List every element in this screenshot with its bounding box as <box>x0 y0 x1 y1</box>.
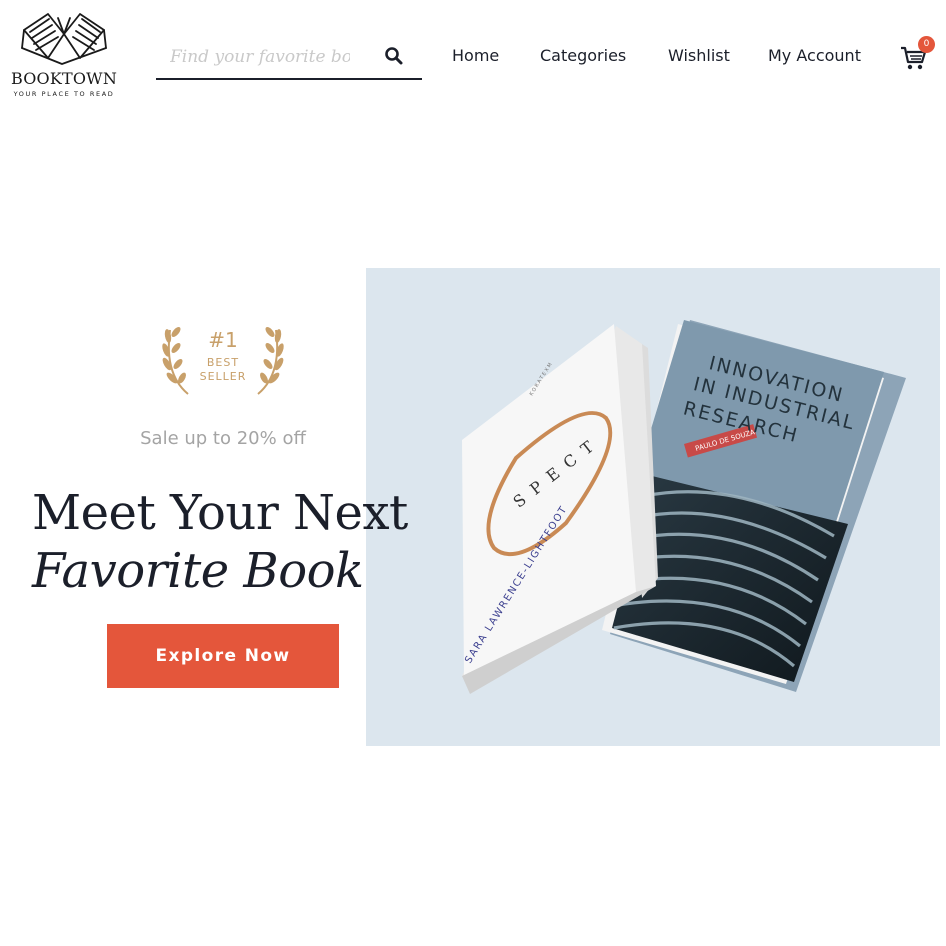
brand-tagline: YOUR PLACE TO READ <box>13 90 115 98</box>
explore-now-button[interactable]: Explore Now <box>107 624 339 688</box>
hero-image: PAULO DE SOUZA INNOVATION IN INDUSTRIAL … <box>366 268 940 746</box>
award-line1: BEST <box>206 356 240 369</box>
hero-headline-line1: Meet Your Next <box>32 485 408 541</box>
sale-text: Sale up to 20% off <box>140 428 306 449</box>
hero-headline-line2: Favorite Book <box>32 543 364 599</box>
cart-count-badge: 0 <box>918 36 935 53</box>
award-line2: SELLER <box>199 370 247 383</box>
search-bar <box>156 38 422 80</box>
award-number: #1 <box>208 328 238 352</box>
search-button[interactable] <box>382 44 406 68</box>
bestseller-award: #1 BEST SELLER <box>160 322 286 398</box>
hero-headline: Meet Your Next Favorite Book <box>32 484 408 600</box>
cart-button[interactable]: 0 <box>900 36 935 72</box>
nav-my-account[interactable]: My Account <box>768 46 861 65</box>
brand-name: BOOKTOWN <box>10 69 118 88</box>
search-input[interactable] <box>170 42 350 72</box>
book-logo-icon <box>21 13 107 65</box>
search-icon <box>385 47 403 65</box>
nav-wishlist[interactable]: Wishlist <box>668 46 730 65</box>
site-logo[interactable]: BOOKTOWN YOUR PLACE TO READ <box>8 8 120 100</box>
nav-home[interactable]: Home <box>452 46 499 65</box>
nav-categories[interactable]: Categories <box>540 46 626 65</box>
